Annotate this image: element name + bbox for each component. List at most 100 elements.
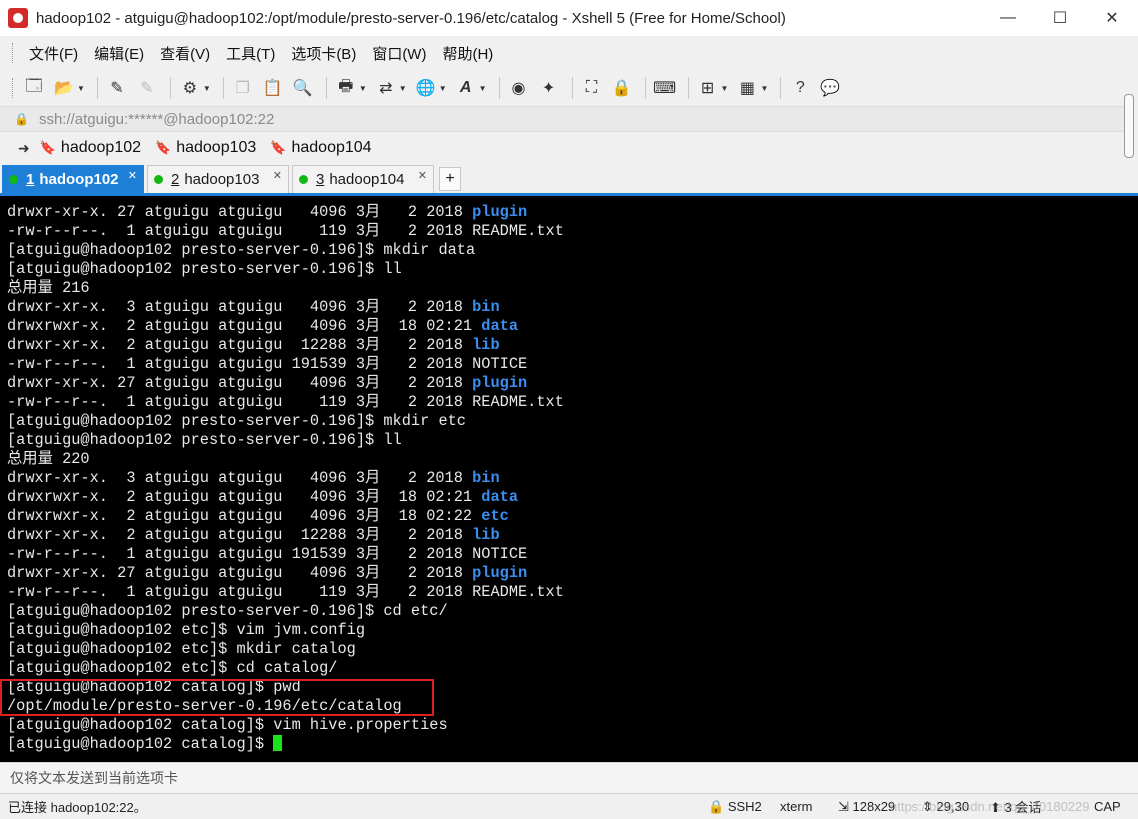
tab-label: hadoop103 bbox=[184, 171, 260, 188]
transfer-icon[interactable]: ⇄ bbox=[373, 75, 399, 101]
chevron-down-icon[interactable]: ▼ bbox=[203, 84, 211, 93]
close-icon[interactable]: ✕ bbox=[418, 169, 427, 182]
terminal-line: [atguigu@hadoop102 catalog]$ vim hive.pr… bbox=[7, 716, 1138, 735]
terminal-output[interactable]: drwxr-xr-x. 27 atguigu atguigu 4096 3月 2… bbox=[0, 196, 1138, 762]
terminal-line: -rw-r--r--. 1 atguigu atguigu 191539 3月 … bbox=[7, 355, 1138, 374]
paste-icon[interactable]: 📋 bbox=[260, 75, 286, 101]
fullscreen-icon[interactable]: ⛶ bbox=[579, 75, 605, 101]
globe-icon[interactable]: 🌐 bbox=[413, 75, 439, 101]
terminal-line-text: [atguigu@hadoop102 presto-server-0.196]$… bbox=[7, 241, 476, 259]
connected-status-icon bbox=[9, 175, 18, 184]
chevron-down-icon[interactable]: ▼ bbox=[479, 84, 487, 93]
toolbar-separator bbox=[222, 77, 224, 99]
directory-name: plugin bbox=[472, 203, 528, 221]
add-tab-button[interactable]: + bbox=[439, 167, 461, 191]
red-highlight-box bbox=[0, 679, 434, 716]
menu-grip bbox=[12, 43, 15, 63]
chevron-down-icon[interactable]: ▼ bbox=[399, 84, 407, 93]
tab-hadoop103[interactable]: 2 hadoop103 ✕ bbox=[147, 165, 289, 193]
quick-connect-label: hadoop104 bbox=[291, 139, 372, 156]
tab-hadoop102[interactable]: 1 hadoop102 ✕ bbox=[2, 165, 144, 193]
directory-name: bin bbox=[472, 298, 500, 316]
add-icon[interactable]: ⊞ bbox=[695, 75, 721, 101]
help-icon[interactable]: ? bbox=[787, 75, 813, 101]
menu-tools[interactable]: 工具(T) bbox=[218, 43, 283, 64]
disconnect-icon[interactable]: ✎ bbox=[134, 75, 160, 101]
lock-icon: 🔒 bbox=[14, 112, 29, 126]
caps-lock-indicator: CAP bbox=[1094, 799, 1121, 814]
terminal-line: drwxrwxr-x. 2 atguigu atguigu 4096 3月 18… bbox=[7, 317, 1138, 336]
terminal-line-text: 总用量 216 bbox=[7, 279, 90, 297]
menu-window[interactable]: 窗口(W) bbox=[364, 43, 434, 64]
menu-view[interactable]: 查看(V) bbox=[152, 43, 218, 64]
terminal-line-text: drwxr-xr-x. 2 atguigu atguigu 12288 3月 2… bbox=[7, 526, 473, 544]
quick-connect-bar: ➜ 🔖 hadoop102 🔖 hadoop103 🔖 hadoop104 bbox=[0, 134, 1124, 162]
menu-tabs[interactable]: 选项卡(B) bbox=[283, 43, 364, 64]
keyboard-icon[interactable]: ⌨ bbox=[652, 75, 678, 101]
reconnect-icon[interactable]: ✎ bbox=[104, 75, 130, 101]
quick-connect-hadoop104[interactable]: 🔖 hadoop104 bbox=[270, 139, 371, 157]
print-icon[interactable]: 🖶 bbox=[333, 75, 359, 101]
tab-label: hadoop102 bbox=[39, 171, 119, 188]
tab-number: 3 bbox=[316, 171, 325, 188]
tab-bar: 1 hadoop102 ✕ 2 hadoop103 ✕ 3 hadoop104 … bbox=[0, 165, 1138, 196]
toolbar: 🗔 📂 ▼ ✎ ✎ ⚙ ▼ ❐ 📋 🔍 🖶 ▼ ⇄ ▼ 🌐 ▼ A ▼ ◉ ✦ ⛶ 🔒 ⌨ … bbox=[0, 70, 1120, 106]
menu-edit[interactable]: 编辑(E) bbox=[86, 43, 152, 64]
maximize-button[interactable]: ☐ bbox=[1034, 0, 1086, 36]
tab-hadoop104[interactable]: 3 hadoop104 ✕ bbox=[292, 165, 434, 193]
send-text-bar[interactable]: 仅将文本发送到当前选项卡 bbox=[0, 762, 1138, 792]
quick-connect-hadoop102[interactable]: 🔖 hadoop102 bbox=[40, 139, 141, 157]
new-session-icon[interactable]: 🗔 bbox=[21, 75, 47, 101]
directory-name: lib bbox=[472, 526, 500, 544]
chat-icon[interactable]: 💬 bbox=[817, 75, 843, 101]
close-button[interactable]: ✕ bbox=[1086, 0, 1138, 36]
terminal-line: drwxr-xr-x. 2 atguigu atguigu 12288 3月 2… bbox=[7, 526, 1138, 545]
panel-scrollbar[interactable] bbox=[1124, 94, 1134, 158]
terminal-line: drwxr-xr-x. 2 atguigu atguigu 12288 3月 2… bbox=[7, 336, 1138, 355]
terminal-line-text: drwxr-xr-x. 27 atguigu atguigu 4096 3月 2… bbox=[7, 564, 473, 582]
connected-status-icon bbox=[299, 175, 308, 184]
copy-icon[interactable]: ❐ bbox=[230, 75, 256, 101]
quick-connect-hadoop103[interactable]: 🔖 hadoop103 bbox=[155, 139, 256, 157]
layout-icon[interactable]: ▦ bbox=[734, 75, 760, 101]
toolbar-separator bbox=[325, 77, 327, 99]
terminal-line: [atguigu@hadoop102 etc]$ mkdir catalog bbox=[7, 640, 1138, 659]
terminal-line: drwxr-xr-x. 3 atguigu atguigu 4096 3月 2 … bbox=[7, 298, 1138, 317]
terminal-line: 总用量 220 bbox=[7, 450, 1138, 469]
menu-bar: 文件(F) 编辑(E) 查看(V) 工具(T) 选项卡(B) 窗口(W) 帮助(… bbox=[0, 36, 1120, 70]
terminal-line-text: 总用量 220 bbox=[7, 450, 90, 468]
terminal-line: drwxr-xr-x. 3 atguigu atguigu 4096 3月 2 … bbox=[7, 469, 1138, 488]
xshell-app-icon bbox=[8, 8, 28, 28]
close-icon[interactable]: ✕ bbox=[128, 169, 137, 182]
menu-file[interactable]: 文件(F) bbox=[21, 43, 86, 64]
protocol-label: SSH2 bbox=[727, 798, 762, 814]
chevron-down-icon[interactable]: ▼ bbox=[77, 84, 85, 93]
chevron-down-icon[interactable]: ▼ bbox=[760, 84, 768, 93]
chevron-down-icon[interactable]: ▼ bbox=[721, 84, 729, 93]
close-icon[interactable]: ✕ bbox=[273, 169, 282, 182]
quick-connect-arrow-icon[interactable]: ➜ bbox=[18, 140, 30, 157]
address-bar[interactable]: 🔒 ssh://atguigu:******@hadoop102:22 bbox=[0, 106, 1124, 132]
chevron-down-icon[interactable]: ▼ bbox=[359, 84, 367, 93]
xftp-icon[interactable]: ◉ bbox=[506, 75, 532, 101]
toolbar-grip bbox=[12, 78, 15, 98]
bookmark-icon: 🔖 bbox=[155, 140, 172, 155]
chevron-down-icon[interactable]: ▼ bbox=[439, 84, 447, 93]
directory-name: data bbox=[481, 488, 518, 506]
open-folder-icon[interactable]: 📂 bbox=[51, 75, 77, 101]
address-text: ssh://atguigu:******@hadoop102:22 bbox=[38, 110, 275, 128]
directory-name: plugin bbox=[472, 564, 528, 582]
title-bar: hadoop102 - atguigu@hadoop102:/opt/modul… bbox=[0, 0, 1138, 36]
properties-icon[interactable]: ⚙ bbox=[177, 75, 203, 101]
terminal-line-text: [atguigu@hadoop102 catalog]$ vim hive.pr… bbox=[7, 716, 448, 734]
minimize-button[interactable]: — bbox=[982, 0, 1034, 36]
terminal-line-text: [atguigu@hadoop102 etc]$ mkdir catalog bbox=[7, 640, 356, 658]
lock-icon[interactable]: 🔒 bbox=[609, 75, 635, 101]
toolbar-separator bbox=[571, 77, 573, 99]
xmanager-icon[interactable]: ✦ bbox=[536, 75, 562, 101]
menu-help[interactable]: 帮助(H) bbox=[434, 43, 501, 64]
find-icon[interactable]: 🔍 bbox=[290, 75, 316, 101]
terminal-line: drwxr-xr-x. 27 atguigu atguigu 4096 3月 2… bbox=[7, 374, 1138, 393]
font-icon[interactable]: A bbox=[453, 75, 479, 101]
terminal-line: 总用量 216 bbox=[7, 279, 1138, 298]
